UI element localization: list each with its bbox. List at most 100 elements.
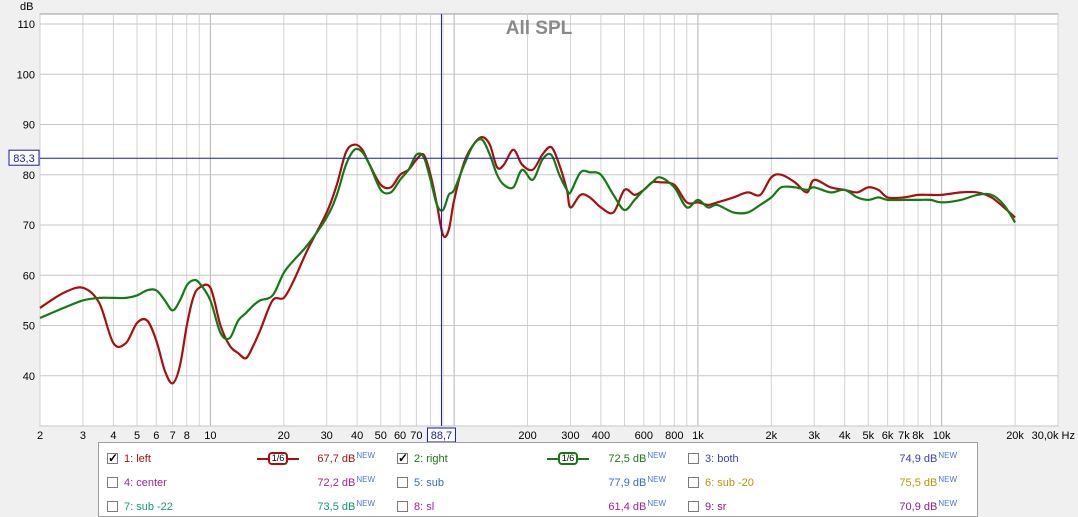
x-tick-label: 60 [394, 430, 406, 442]
x-tick-label: 2k [765, 430, 777, 442]
x-tick-label: 1k [692, 430, 704, 442]
x-tick-label: 30,0k Hz [1032, 430, 1075, 442]
legend-value-text: 74,9 dB [899, 453, 938, 465]
legend-value-text: 73,5 dB [317, 501, 356, 513]
x-tick-label: 3k [808, 430, 820, 442]
y-tick-label: 70 [23, 220, 35, 232]
x-tick-label: 50 [375, 430, 387, 442]
y-tick-label: 100 [17, 69, 35, 81]
legend-checkbox[interactable]: ✓ [397, 451, 409, 465]
x-tick-label: 10k [933, 430, 951, 442]
x-tick-label: 40 [351, 430, 363, 442]
x-tick-label: 300 [561, 430, 579, 442]
legend-label: 5: sub [414, 477, 444, 489]
new-badge: NEW [938, 499, 957, 508]
legend-value: 61,4 dBNEW [596, 499, 666, 515]
legend-item[interactable]: 3: both 74,9 dBNEW [688, 451, 968, 467]
x-tick-label: 400 [592, 430, 610, 442]
y-tick-label: 80 [23, 170, 35, 182]
new-badge: NEW [938, 475, 957, 484]
x-tick-label: 20 [278, 430, 290, 442]
x-tick-label: 4 [110, 430, 116, 442]
legend-label: 9: sr [705, 501, 727, 513]
plot-area[interactable] [39, 13, 1059, 427]
legend-value: 74,9 dBNEW [887, 451, 957, 467]
legend-item[interactable]: ✓ 2: right 1/6 72,5 dBNEW [397, 451, 677, 467]
legend-item[interactable]: 6: sub -20 75,5 dBNEW [688, 475, 968, 491]
x-tick-label: 8 [184, 430, 190, 442]
x-tick-label: 5 [134, 430, 140, 442]
legend-checkbox[interactable] [107, 477, 118, 488]
legend-item[interactable]: 4: center 72,2 dBNEW [107, 475, 387, 491]
legend-item[interactable]: 5: sub 77,9 dBNEW [397, 475, 677, 491]
x-tick-label: 7 [170, 430, 176, 442]
new-badge: NEW [938, 451, 957, 460]
x-tick-label: 200 [518, 430, 536, 442]
legend-value: 73,5 dBNEW [305, 499, 375, 515]
x-tick-label: 6 [153, 430, 159, 442]
x-tick-label: 10 [204, 430, 216, 442]
x-tick-label: 7k [898, 430, 910, 442]
x-tick-labels: 2 3 4 5 6 7 8 10 20 30 40 50 60 70 200 300 400 600 800 1k 2k… [37, 430, 1075, 442]
legend-label: 6: sub -20 [705, 477, 754, 489]
new-badge: NEW [356, 451, 375, 460]
new-badge: NEW [356, 475, 375, 484]
x-tick-label: 2 [37, 430, 43, 442]
x-tick-label: 5k [862, 430, 874, 442]
cursor-y-readout: 83,3 [13, 153, 34, 165]
legend-value: 75,5 dBNEW [887, 475, 957, 491]
y-tick-labels: 40 50 60 70 80 90 100 110 [17, 19, 35, 383]
legend-label: 8: sl [414, 501, 435, 513]
smoothing-label: 1/6 [268, 452, 288, 465]
x-tick-label: 3 [80, 430, 86, 442]
x-tick-label: 600 [635, 430, 653, 442]
x-tick-label: 70 [410, 430, 422, 442]
legend-value-text: 72,2 dB [317, 477, 356, 489]
spl-chart[interactable]: 40 50 60 70 80 90 100 110 2 3 4 5 6 7 8 10 20 30 40 50 60 70… [0, 0, 1078, 442]
legend-panel: ✓ 1: left 1/6 67,7 dBNEW ✓ 2: right 1/6 72,5 dB… [98, 442, 978, 517]
legend-value-text: 75,5 dB [899, 477, 938, 489]
legend-value: 70,9 dBNEW [887, 499, 957, 515]
x-tick-label: 20k [1006, 430, 1024, 442]
legend-checkbox[interactable] [107, 501, 118, 512]
y-tick-label: 90 [23, 120, 35, 132]
new-badge: NEW [356, 499, 375, 508]
legend-checkbox[interactable] [688, 453, 699, 464]
cursor-x-readout: 88,7 [431, 430, 452, 442]
x-tick-label: 8k [912, 430, 924, 442]
legend-value-text: 72,5 dB [608, 453, 647, 465]
legend-checkbox[interactable] [688, 477, 699, 488]
legend-checkbox[interactable]: ✓ [107, 451, 118, 465]
legend-value: 67,7 dBNEW [305, 451, 375, 467]
legend-checkbox[interactable] [397, 477, 408, 488]
new-badge: NEW [647, 475, 666, 484]
legend-item[interactable]: 7: sub -22 73,5 dBNEW [107, 499, 387, 515]
new-badge: NEW [647, 499, 666, 508]
y-tick-label: 60 [23, 270, 35, 282]
legend-value-text: 61,4 dB [608, 501, 647, 513]
legend-label: 2: right [414, 453, 448, 465]
check-icon: ✓ [398, 451, 409, 465]
y-axis-label: dB [20, 1, 33, 13]
legend-label: 7: sub -22 [124, 501, 173, 513]
legend-value: 77,9 dBNEW [596, 475, 666, 491]
chart-title: All SPL [506, 18, 573, 39]
legend-checkbox[interactable] [688, 501, 699, 512]
x-tick-label: 30 [321, 430, 333, 442]
legend-value-text: 67,7 dB [317, 453, 356, 465]
legend-label: 3: both [705, 453, 739, 465]
y-tick-label: 40 [23, 371, 35, 383]
legend-value: 72,5 dBNEW [596, 451, 666, 467]
new-badge: NEW [647, 451, 666, 460]
legend-label: 4: center [124, 477, 167, 489]
legend-item[interactable]: ✓ 1: left 1/6 67,7 dBNEW [107, 451, 387, 467]
legend-label: 1: left [124, 453, 151, 465]
legend-value-text: 77,9 dB [608, 477, 647, 489]
y-tick-label: 110 [17, 19, 35, 31]
x-tick-label: 800 [665, 430, 683, 442]
y-tick-label: 50 [23, 321, 35, 333]
legend-item[interactable]: 9: sr 70,9 dBNEW [688, 499, 968, 515]
legend-item[interactable]: 8: sl 61,4 dBNEW [397, 499, 677, 515]
legend-checkbox[interactable] [397, 501, 408, 512]
smoothing-label: 1/6 [558, 452, 578, 465]
